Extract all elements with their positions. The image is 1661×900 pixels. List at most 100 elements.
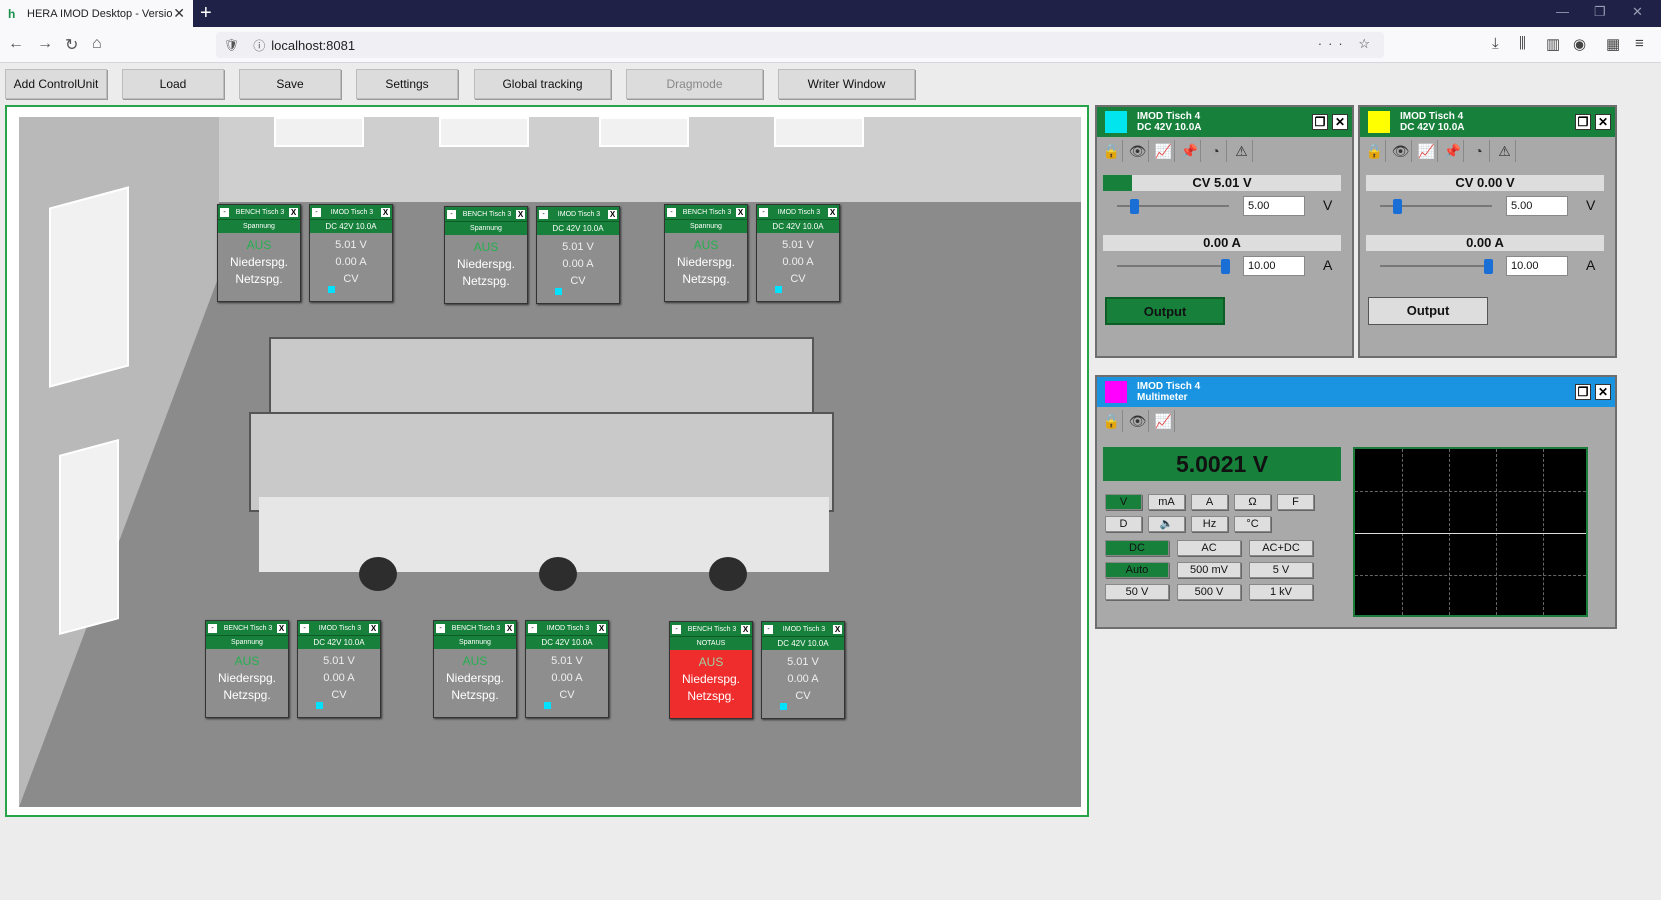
minimize-icon[interactable]: -: [539, 209, 548, 219]
output-button[interactable]: Output: [1105, 297, 1225, 325]
bench-widget[interactable]: - BENCH Tisch 3 X Spannung AUS Niederspg. Netz…: [217, 204, 301, 302]
close-icon[interactable]: X: [289, 207, 298, 217]
warning-icon[interactable]: ⚠: [1231, 140, 1253, 162]
widget-header[interactable]: - BENCH Tisch 3 X: [218, 205, 300, 219]
close-icon[interactable]: X: [736, 207, 745, 217]
imod-widget[interactable]: - IMOD Tisch 3 X DC 42V 10.0A 5.01 V 0.00 A CV: [756, 204, 840, 302]
close-icon[interactable]: X: [505, 623, 514, 633]
save-button[interactable]: Save: [239, 69, 341, 99]
mode-button[interactable]: F: [1277, 494, 1314, 510]
current-slider[interactable]: [1117, 259, 1230, 274]
chart-icon[interactable]: 📈: [1153, 410, 1175, 432]
download-icon[interactable]: ⤓: [1492, 35, 1499, 52]
mode-button[interactable]: D: [1105, 516, 1142, 532]
current-slider-thumb[interactable]: [1484, 259, 1493, 274]
mode-button[interactable]: 🔈: [1148, 516, 1185, 532]
widget-header[interactable]: - BENCH Tisch 3 X: [206, 621, 288, 635]
close-icon[interactable]: X: [597, 623, 606, 633]
range-button[interactable]: 5 V: [1249, 562, 1313, 578]
writer-window-button[interactable]: Writer Window: [778, 69, 915, 99]
widget-header[interactable]: - BENCH Tisch 3 X: [670, 622, 752, 636]
gauge-icon[interactable]: ◔: [1205, 140, 1227, 162]
pin-icon[interactable]: 📌: [1442, 140, 1464, 162]
minimize-icon[interactable]: -: [667, 207, 676, 217]
range-button[interactable]: 1 kV: [1249, 584, 1313, 600]
pin-icon[interactable]: 📌: [1179, 140, 1201, 162]
extensions-icon[interactable]: ▦: [1606, 35, 1620, 53]
settings-button[interactable]: Settings: [356, 69, 458, 99]
close-icon[interactable]: X: [833, 624, 842, 634]
gauge-icon[interactable]: ◔: [1468, 140, 1490, 162]
minimize-icon[interactable]: -: [764, 624, 773, 634]
multimeter-panel-header[interactable]: IMOD Tisch 4 Multimeter ❐ ✕: [1097, 377, 1615, 407]
warning-icon[interactable]: ⚠: [1494, 140, 1516, 162]
close-icon[interactable]: X: [381, 207, 390, 217]
voltage-slider[interactable]: [1380, 199, 1492, 214]
lock-icon[interactable]: 🔒: [1364, 140, 1386, 162]
widget-header[interactable]: - IMOD Tisch 3 X: [757, 205, 839, 219]
close-window-icon[interactable]: ✕: [1632, 4, 1643, 20]
range-button[interactable]: 500 mV: [1177, 562, 1241, 578]
voltage-slider-thumb[interactable]: [1130, 199, 1139, 214]
close-icon[interactable]: ✕: [1332, 114, 1348, 130]
library-icon[interactable]: ⫼: [1519, 35, 1526, 52]
output-button[interactable]: Output: [1368, 297, 1488, 325]
global-tracking-button[interactable]: Global tracking: [474, 69, 611, 99]
chart-icon[interactable]: 📈: [1153, 140, 1175, 162]
minimize-icon[interactable]: —: [1556, 4, 1569, 19]
close-icon[interactable]: X: [828, 207, 837, 217]
lock-icon[interactable]: 🔒: [1101, 140, 1123, 162]
coupling-button[interactable]: DC: [1105, 540, 1169, 556]
minimize-icon[interactable]: -: [312, 207, 321, 217]
mode-button[interactable]: A: [1191, 494, 1228, 510]
chart-icon[interactable]: 📈: [1416, 140, 1438, 162]
popout-icon[interactable]: ❐: [1575, 384, 1591, 400]
widget-header[interactable]: - IMOD Tisch 3 X: [526, 621, 608, 635]
current-slider[interactable]: [1380, 259, 1493, 274]
menu-icon[interactable]: ≡: [1635, 35, 1644, 52]
reload-icon[interactable]: ↻: [65, 35, 78, 55]
close-icon[interactable]: ✕: [1595, 114, 1611, 130]
imod-widget[interactable]: - IMOD Tisch 3 X DC 42V 10.0A 5.01 V 0.00 A CV: [309, 204, 393, 302]
psu-panel-header[interactable]: IMOD Tisch 4 DC 42V 10.0A ❐ ✕: [1097, 107, 1352, 137]
minimize-icon[interactable]: -: [208, 623, 217, 633]
close-icon[interactable]: X: [369, 623, 378, 633]
address-bar[interactable]: 🛡 ⓘ localhost:8081 ··· ☆: [216, 32, 1384, 58]
mode-button[interactable]: Hz: [1191, 516, 1228, 532]
bench-widget[interactable]: - BENCH Tisch 3 X Spannung AUS Niederspg. Netz…: [664, 204, 748, 302]
range-button[interactable]: Auto: [1105, 562, 1169, 578]
widget-header[interactable]: - IMOD Tisch 3 X: [537, 207, 619, 221]
current-setpoint-input[interactable]: 10.00: [1243, 256, 1305, 276]
minimize-icon[interactable]: -: [528, 623, 537, 633]
mode-button[interactable]: Ω: [1234, 494, 1271, 510]
restore-icon[interactable]: ❐: [1594, 4, 1606, 20]
lock-icon[interactable]: 🔒: [1101, 410, 1123, 432]
voltage-setpoint-input[interactable]: 5.00: [1506, 196, 1568, 216]
voltage-slider-thumb[interactable]: [1393, 199, 1402, 214]
widget-header[interactable]: - BENCH Tisch 3 X: [445, 207, 527, 221]
voltage-slider[interactable]: [1117, 199, 1229, 214]
mode-button[interactable]: °C: [1234, 516, 1271, 532]
close-icon[interactable]: ✕: [1595, 384, 1611, 400]
eye-icon[interactable]: 👁: [1127, 140, 1149, 162]
voltage-setpoint-input[interactable]: 5.00: [1243, 196, 1305, 216]
coupling-button[interactable]: AC+DC: [1249, 540, 1313, 556]
mode-button[interactable]: mA: [1148, 494, 1185, 510]
range-button[interactable]: 50 V: [1105, 584, 1169, 600]
imod-widget[interactable]: - IMOD Tisch 3 X DC 42V 10.0A 5.01 V 0.00 A CV: [536, 206, 620, 304]
bench-widget[interactable]: - BENCH Tisch 3 X Spannung AUS Niederspg. Netz…: [433, 620, 517, 718]
bench-widget[interactable]: - BENCH Tisch 3 X Spannung AUS Niederspg. Netz…: [444, 206, 528, 304]
imod-widget[interactable]: - IMOD Tisch 3 X DC 42V 10.0A 5.01 V 0.00 A CV: [297, 620, 381, 718]
load-button[interactable]: Load: [122, 69, 224, 99]
minimize-icon[interactable]: -: [672, 624, 681, 634]
eye-icon[interactable]: 👁: [1390, 140, 1412, 162]
widget-header[interactable]: - IMOD Tisch 3 X: [298, 621, 380, 635]
eye-icon[interactable]: 👁: [1127, 410, 1149, 432]
minimize-icon[interactable]: -: [436, 623, 445, 633]
close-icon[interactable]: X: [741, 624, 750, 634]
mode-button[interactable]: V: [1105, 494, 1142, 510]
close-icon[interactable]: X: [516, 209, 525, 219]
psu-panel-header[interactable]: IMOD Tisch 4 DC 42V 10.0A ❐ ✕: [1360, 107, 1615, 137]
imod-widget[interactable]: - IMOD Tisch 3 X DC 42V 10.0A 5.01 V 0.00 A CV: [761, 621, 845, 719]
home-icon[interactable]: ⌂: [92, 35, 102, 53]
